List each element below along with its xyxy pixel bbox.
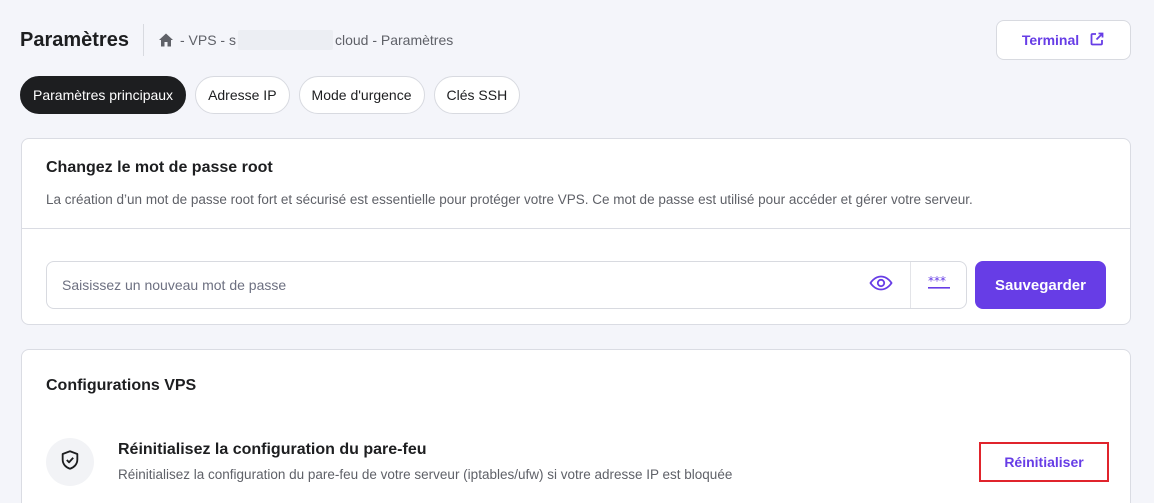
page-title: Paramètres bbox=[20, 28, 129, 51]
vps-config-title: Configurations VPS bbox=[46, 377, 197, 394]
vps-config-card: Configurations VPS Réinitialisez la conf… bbox=[21, 349, 1131, 503]
svg-text:***: *** bbox=[928, 275, 946, 288]
terminal-button[interactable]: Terminal bbox=[996, 20, 1131, 60]
terminal-button-label: Terminal bbox=[1021, 32, 1080, 48]
home-icon[interactable] bbox=[158, 32, 174, 48]
show-password-button[interactable] bbox=[852, 262, 910, 308]
password-field: *** bbox=[46, 261, 967, 309]
breadcrumb-vps[interactable]: - VPS - s bbox=[180, 32, 236, 48]
firewall-reset-title: Réinitialisez la configuration du pare-f… bbox=[118, 441, 427, 458]
firewall-reset-description: Réinitialisez la configuration du pare-f… bbox=[118, 467, 733, 482]
redacted-hostname bbox=[237, 30, 333, 50]
page-header: Paramètres - VPS - s cloud - Paramètres … bbox=[20, 20, 1131, 60]
card-divider bbox=[22, 228, 1130, 229]
root-password-card: Changez le mot de passe root La création… bbox=[21, 138, 1131, 325]
tab-ip-address[interactable]: Adresse IP bbox=[195, 76, 290, 114]
save-button[interactable]: Sauvegarder bbox=[975, 261, 1106, 309]
tab-main-settings[interactable]: Paramètres principaux bbox=[20, 76, 187, 114]
root-password-description: La création d’un mot de passe root fort … bbox=[46, 192, 973, 207]
password-dots-icon: *** bbox=[927, 274, 951, 296]
external-link-icon bbox=[1089, 31, 1105, 50]
title-divider bbox=[142, 24, 144, 56]
tab-emergency-mode[interactable]: Mode d'urgence bbox=[298, 76, 425, 114]
shield-check-icon bbox=[59, 449, 81, 476]
settings-tabs: Paramètres principaux Adresse IP Mode d'… bbox=[20, 76, 521, 114]
tab-ssh-keys[interactable]: Clés SSH bbox=[433, 76, 521, 114]
firewall-icon-container bbox=[46, 438, 94, 486]
breadcrumb-current: cloud - Paramètres bbox=[334, 32, 454, 48]
root-password-title: Changez le mot de passe root bbox=[46, 159, 273, 176]
eye-icon bbox=[869, 271, 893, 300]
breadcrumb: - VPS - s cloud - Paramètres bbox=[158, 30, 453, 50]
generate-password-button[interactable]: *** bbox=[910, 262, 966, 308]
reset-firewall-button[interactable]: Réinitialiser bbox=[979, 442, 1109, 482]
new-password-input[interactable] bbox=[47, 262, 852, 308]
